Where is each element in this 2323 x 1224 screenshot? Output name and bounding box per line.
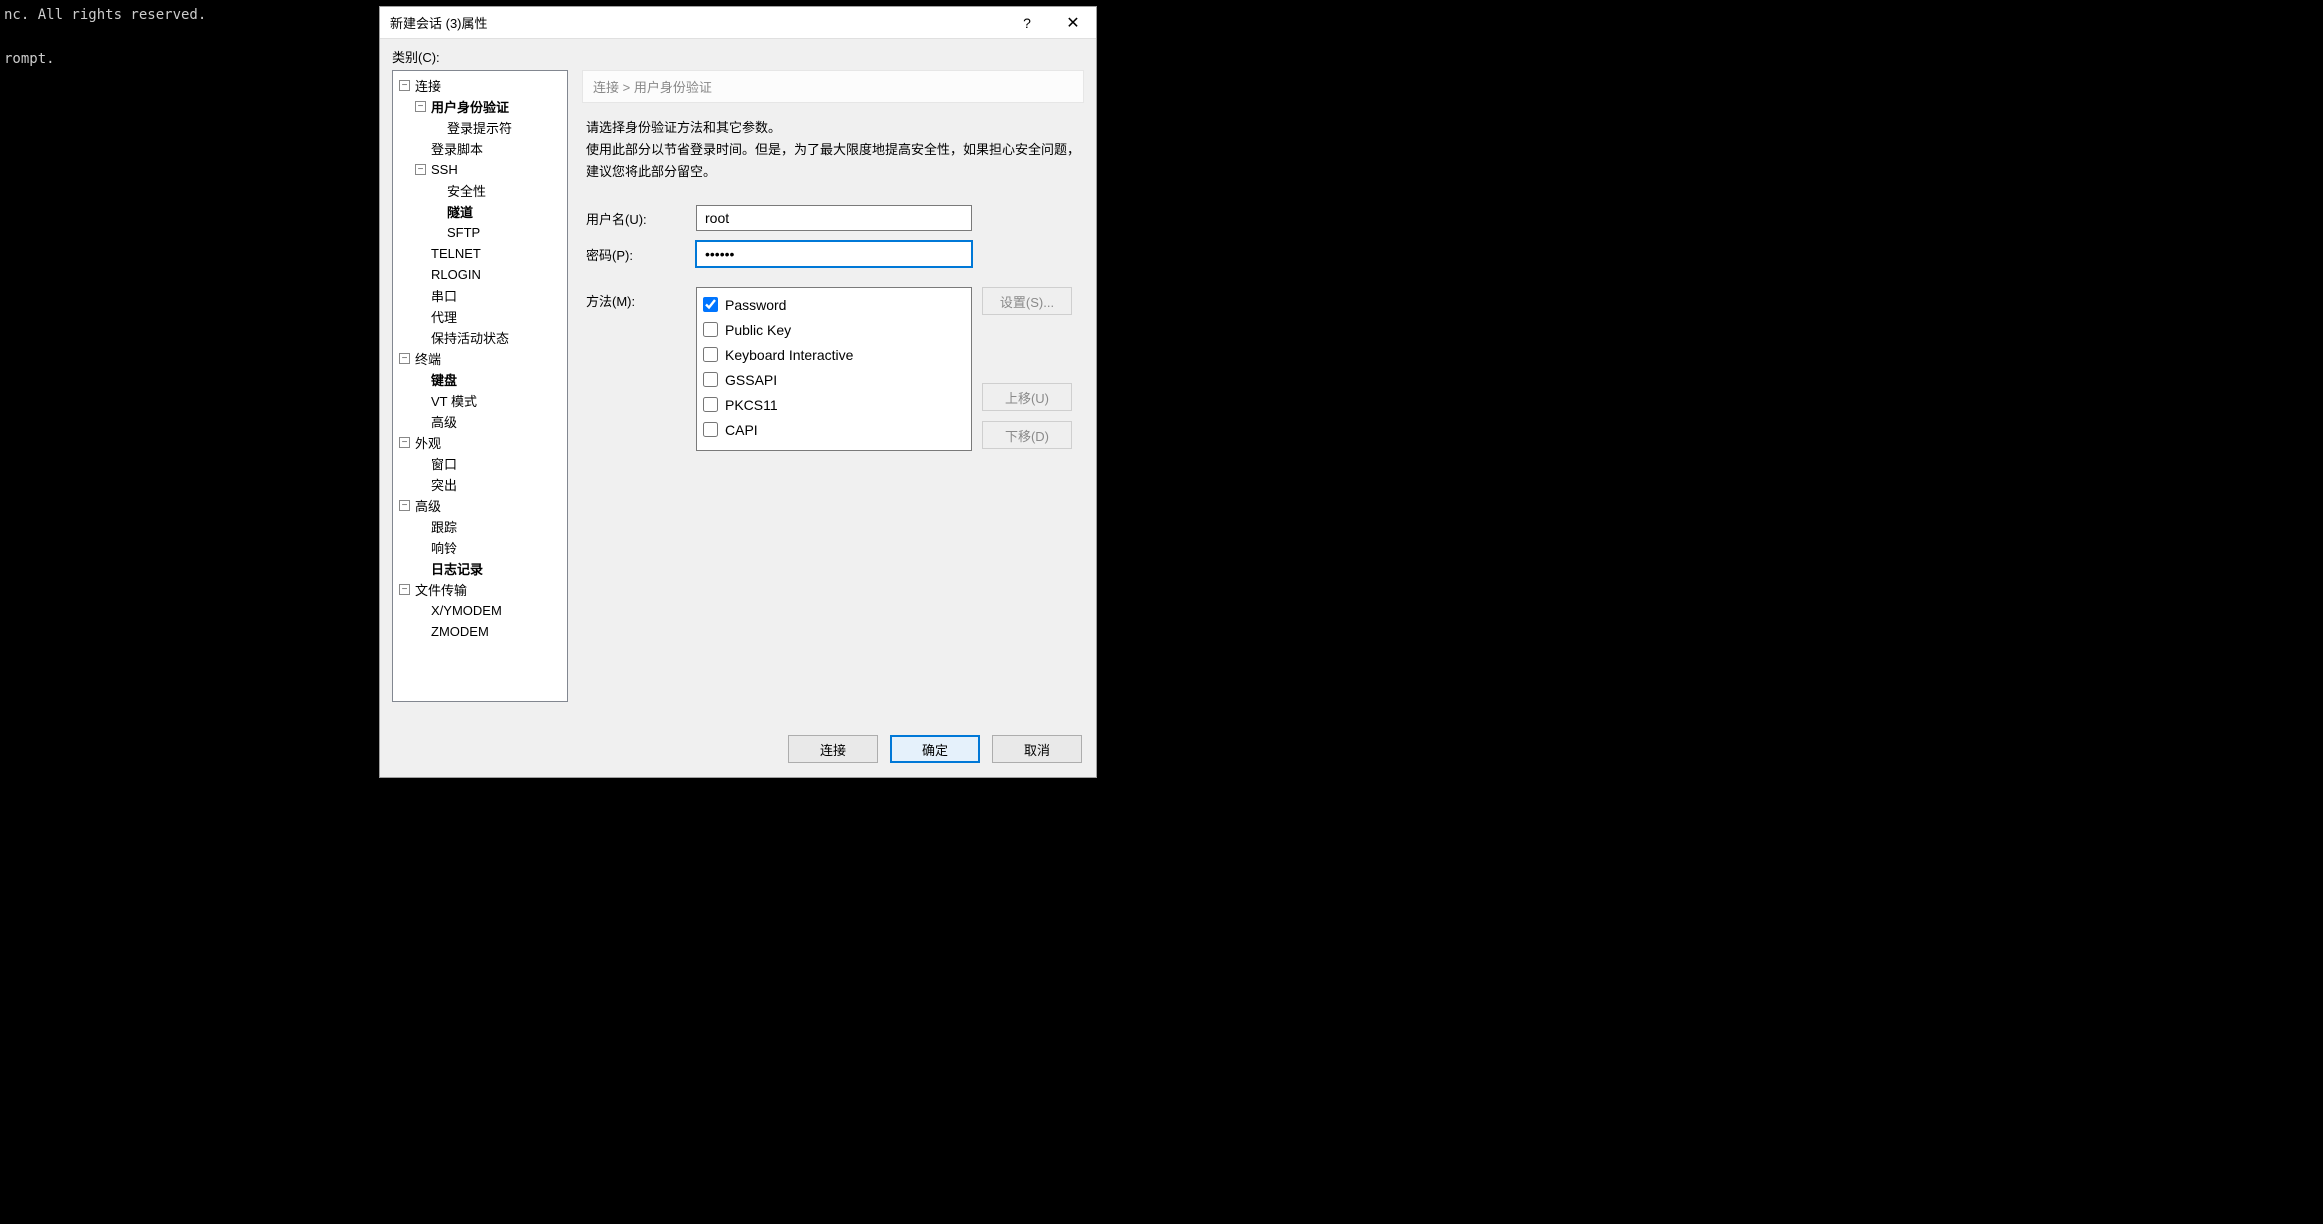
password-input[interactable]: [696, 241, 972, 267]
move-down-button[interactable]: 下移(D): [982, 421, 1072, 449]
tree-security[interactable]: 安全性: [395, 180, 565, 201]
username-input[interactable]: [696, 205, 972, 231]
tree-keepalive[interactable]: 保持活动状态: [395, 327, 565, 348]
properties-dialog: 新建会话 (3)属性 ? ✕ 类别(C): − 连接 − 用户身份验证: [379, 6, 1097, 778]
terminal-background-text: nc. All rights reserved. rompt.: [0, 0, 210, 74]
method-list[interactable]: Password Public Key Keyboard Interactive…: [696, 287, 972, 451]
method-item-gssapi[interactable]: GSSAPI: [703, 367, 965, 392]
tree-login-script[interactable]: 登录脚本: [395, 138, 565, 159]
tree-bell[interactable]: 响铃: [395, 537, 565, 558]
tree-term-advanced[interactable]: 高级: [395, 411, 565, 432]
tree-tunnel[interactable]: 隧道: [395, 201, 565, 222]
close-button[interactable]: ✕: [1050, 7, 1096, 39]
category-tree[interactable]: − 连接 − 用户身份验证 登录提示符: [392, 70, 568, 702]
method-check-publickey[interactable]: [703, 322, 718, 337]
tree-vtmode[interactable]: VT 模式: [395, 390, 565, 411]
tree-advanced[interactable]: −高级: [395, 495, 565, 516]
connect-button[interactable]: 连接: [788, 735, 878, 763]
username-label: 用户名(U):: [586, 209, 696, 228]
tree-proxy[interactable]: 代理: [395, 306, 565, 327]
tree-appearance[interactable]: −外观: [395, 432, 565, 453]
tree-trace[interactable]: 跟踪: [395, 516, 565, 537]
tree-serial[interactable]: 串口: [395, 285, 565, 306]
method-check-keyboard[interactable]: [703, 347, 718, 362]
tree-telnet[interactable]: TELNET: [395, 243, 565, 264]
method-item-password[interactable]: Password: [703, 292, 965, 317]
method-check-password[interactable]: [703, 297, 718, 312]
tree-filetransfer[interactable]: −文件传输: [395, 579, 565, 600]
ok-button[interactable]: 确定: [890, 735, 980, 763]
tree-ssh[interactable]: −SSH: [395, 159, 565, 180]
tree-terminal[interactable]: −终端: [395, 348, 565, 369]
description-text: 请选择身份验证方法和其它参数。 使用此部分以节省登录时间。但是，为了最大限度地提…: [582, 103, 1084, 183]
method-check-capi[interactable]: [703, 422, 718, 437]
content-pane: 连接 > 用户身份验证 请选择身份验证方法和其它参数。 使用此部分以节省登录时间…: [582, 70, 1084, 713]
tree-logging[interactable]: 日志记录: [395, 558, 565, 579]
move-up-button[interactable]: 上移(U): [982, 383, 1072, 411]
method-check-pkcs11[interactable]: [703, 397, 718, 412]
method-label: 方法(M):: [586, 287, 696, 310]
setup-button[interactable]: 设置(S)...: [982, 287, 1072, 315]
password-label: 密码(P):: [586, 245, 696, 264]
tree-connection[interactable]: − 连接: [395, 75, 565, 96]
breadcrumb: 连接 > 用户身份验证: [582, 70, 1084, 103]
method-item-capi[interactable]: CAPI: [703, 417, 965, 442]
help-button[interactable]: ?: [1004, 7, 1050, 39]
titlebar: 新建会话 (3)属性 ? ✕: [380, 7, 1096, 39]
tree-authentication[interactable]: − 用户身份验证: [395, 96, 565, 117]
tree-keyboard[interactable]: 键盘: [395, 369, 565, 390]
tree-window[interactable]: 窗口: [395, 453, 565, 474]
tree-highlight[interactable]: 突出: [395, 474, 565, 495]
method-item-publickey[interactable]: Public Key: [703, 317, 965, 342]
tree-login-prompt[interactable]: 登录提示符: [395, 117, 565, 138]
method-item-pkcs11[interactable]: PKCS11: [703, 392, 965, 417]
method-item-keyboard[interactable]: Keyboard Interactive: [703, 342, 965, 367]
dialog-title: 新建会话 (3)属性: [390, 13, 1004, 32]
cancel-button[interactable]: 取消: [992, 735, 1082, 763]
method-check-gssapi[interactable]: [703, 372, 718, 387]
tree-xymodem[interactable]: X/YMODEM: [395, 600, 565, 621]
tree-sftp[interactable]: SFTP: [395, 222, 565, 243]
category-label: 类别(C):: [380, 39, 1096, 70]
dialog-footer: 连接 确定 取消: [380, 725, 1096, 777]
tree-zmodem[interactable]: ZMODEM: [395, 621, 565, 642]
tree-rlogin[interactable]: RLOGIN: [395, 264, 565, 285]
